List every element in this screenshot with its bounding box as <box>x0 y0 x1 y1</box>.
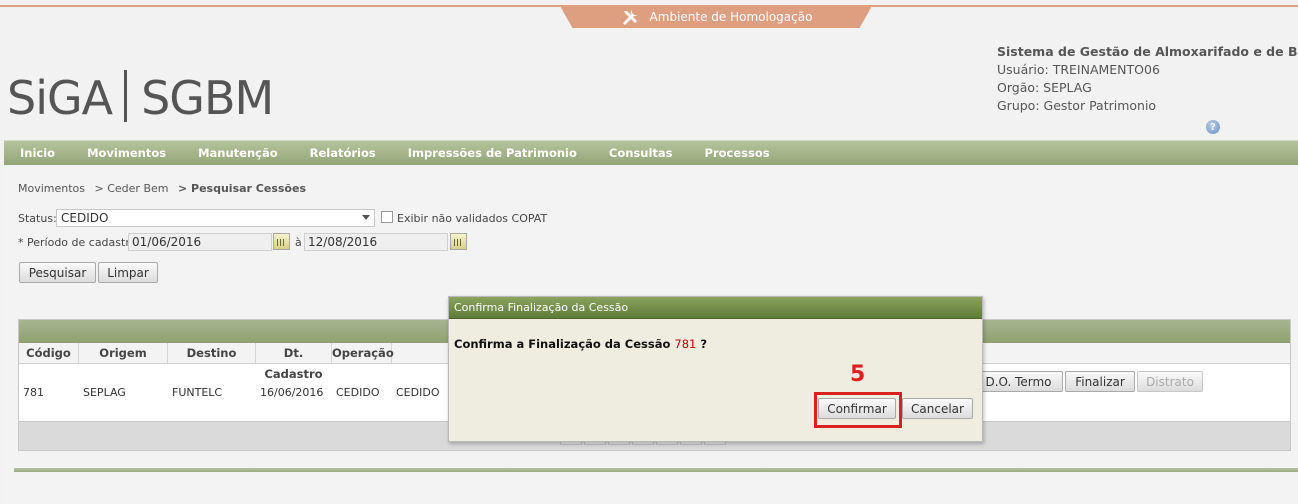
search-button[interactable]: Pesquisar <box>19 262 96 283</box>
menu-item-impressoes[interactable]: Impressões de Patrimonio <box>392 141 593 166</box>
chevron-down-icon <box>362 215 370 220</box>
dialog-message-number: 781 <box>674 337 697 351</box>
system-info: Sistema de Gestão de Almoxarifado e de B… <box>997 43 1298 115</box>
copat-checkbox-label: Exibir não validados COPAT <box>397 212 548 225</box>
breadcrumb-ceder-bem[interactable]: > Ceder Bem <box>95 182 169 195</box>
footer-divider <box>14 468 1298 472</box>
status-select[interactable]: CEDIDO <box>56 209 375 227</box>
calendar-icon[interactable] <box>273 233 290 250</box>
logo-separator <box>124 70 128 122</box>
date-from-input[interactable]: 01/06/2016 <box>128 233 272 251</box>
period-label: * Período de cadastro: <box>18 236 141 249</box>
dialog-title: Confirma Finalização da Cessão <box>449 297 982 319</box>
menu-item-movimentos[interactable]: Movimentos <box>71 141 182 166</box>
environment-banner: Ambiente de Homologação <box>560 6 872 28</box>
tools-icon <box>622 10 637 25</box>
main-menu: Inicio Movimentos Manutenção Relatórios … <box>4 140 1298 165</box>
menu-item-manutencao[interactable]: Manutenção <box>182 141 294 166</box>
distrato-button: Distrato <box>1137 371 1203 392</box>
cell-destino: FUNTELC <box>172 386 223 399</box>
dialog-message: Confirma a Finalização da Cessão 781 ? <box>454 337 707 351</box>
highlight-box <box>814 392 902 428</box>
clear-button[interactable]: Limpar <box>98 262 158 283</box>
menu-item-inicio[interactable]: Inicio <box>4 141 71 166</box>
dialog-message-text: Confirma a Finalização da Cessão <box>454 337 671 351</box>
col-dt-cadastro[interactable]: Dt. Cadastro <box>256 343 332 381</box>
date-separator: à <box>295 236 302 249</box>
finalizar-button[interactable]: Finalizar <box>1065 371 1135 392</box>
status-value: CEDIDO <box>61 211 109 225</box>
step-number-annotation: 5 <box>850 362 866 387</box>
col-origem[interactable]: Origem <box>79 343 168 363</box>
col-codigo[interactable]: Código <box>19 343 79 363</box>
user-info: Usuário: TREINAMENTO06 <box>997 62 1160 77</box>
menu-item-relatorios[interactable]: Relatórios <box>294 141 392 166</box>
cell-dt-cadastro: 16/06/2016 <box>260 386 324 399</box>
cell-operacao: CEDIDO <box>336 386 380 399</box>
cell-status: CEDIDO <box>396 386 440 399</box>
menu-item-consultas[interactable]: Consultas <box>593 141 689 166</box>
calendar-icon[interactable] <box>450 233 467 250</box>
cell-origem: SEPLAG <box>83 386 126 399</box>
confirm-dialog: Confirma Finalização da Cessão Confirma … <box>448 296 983 442</box>
breadcrumb-movimentos[interactable]: Movimentos <box>18 182 85 195</box>
app-logo: SiGA SGBM <box>7 70 274 125</box>
environment-label: Ambiente de Homologação <box>649 10 813 24</box>
group-info: Grupo: Gestor Patrimonio <box>997 98 1157 113</box>
logo-siga: SiGA <box>7 71 113 125</box>
col-operacao[interactable]: Operação <box>332 343 394 363</box>
logo-sgbm: SGBM <box>141 71 274 125</box>
cell-codigo: 781 <box>23 386 44 399</box>
org-info: Orgão: SEPLAG <box>997 80 1092 95</box>
dialog-message-suffix: ? <box>700 337 708 351</box>
copat-checkbox[interactable] <box>381 211 393 223</box>
system-title: Sistema de Gestão de Almoxarifado e de B… <box>997 44 1298 59</box>
do-termo-button[interactable]: D.O. Termo <box>974 371 1063 392</box>
cancel-button[interactable]: Cancelar <box>902 398 973 419</box>
status-label: Status: <box>18 212 57 225</box>
col-destino[interactable]: Destino <box>168 343 256 363</box>
breadcrumb: Movimentos > Ceder Bem > Pesquisar Cessõ… <box>18 182 312 195</box>
menu-item-processos[interactable]: Processos <box>689 141 786 166</box>
date-to-input[interactable]: 12/08/2016 <box>304 233 448 251</box>
breadcrumb-current: > Pesquisar Cessões <box>177 182 306 195</box>
help-icon[interactable]: ? <box>1206 120 1220 134</box>
